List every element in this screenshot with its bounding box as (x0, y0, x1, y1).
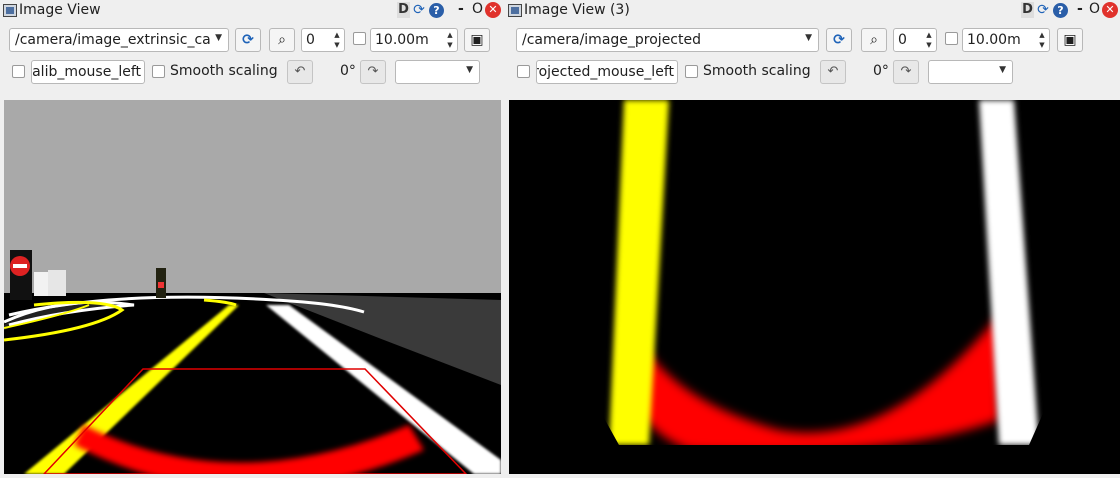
rotate-right-icon[interactable]: ↷ (360, 60, 386, 84)
color-scheme-combobox[interactable]: ▼ (928, 60, 1013, 84)
float-button[interactable]: O (472, 1, 483, 17)
spin-arrows-icon[interactable]: ▲ ▼ (923, 30, 935, 50)
distance-value: 10.00m (375, 32, 429, 48)
image-view-panel-left: Image View D ⟳ ? - O ✕ /camera/image_ext… (0, 0, 503, 478)
close-icon[interactable]: ✕ (485, 2, 501, 18)
title-bar: Image View (3) D ⟳ ? - O ✕ (505, 0, 1120, 22)
mouse-topic-value: alib_mouse_left (32, 64, 141, 80)
title-bar: Image View D ⟳ ? - O ✕ (0, 0, 503, 22)
window-icon (508, 4, 522, 17)
topic-combobox-value: /camera/image_extrinsic_ca (15, 32, 211, 48)
mouse-publish-checkbox[interactable] (517, 65, 530, 78)
camera-image-extrinsic[interactable] (4, 100, 501, 474)
save-icon[interactable]: ▣ (1057, 28, 1083, 52)
color-scheme-combobox[interactable]: ▼ (395, 60, 480, 84)
image-view-panel-right: Image View (3) D ⟳ ? - O ✕ /camera/image… (505, 0, 1120, 478)
chevron-down-icon: ▼ (999, 65, 1006, 75)
spin-arrows-icon[interactable]: ▲ ▼ (1036, 30, 1048, 50)
distance-spinbox[interactable]: 10.00m ▲ ▼ (370, 28, 458, 52)
topic-combobox-value: /camera/image_projected (522, 32, 701, 48)
rotate-right-icon[interactable]: ↷ (893, 60, 919, 84)
help-icon[interactable]: ? (1053, 3, 1068, 18)
close-icon[interactable]: ✕ (1102, 2, 1118, 18)
spinbox-value: 0 (306, 32, 315, 48)
float-button[interactable]: O (1089, 1, 1100, 17)
zoom-icon[interactable]: ⌕ (861, 28, 887, 52)
mouse-publish-checkbox[interactable] (12, 65, 25, 78)
traffic-light-red (158, 282, 164, 288)
help-icon[interactable]: ? (429, 3, 444, 18)
distance-checkbox[interactable] (353, 32, 366, 45)
camera-scene-svg (4, 100, 501, 474)
chevron-down-icon: ▼ (215, 33, 222, 43)
distance-checkbox[interactable] (945, 32, 958, 45)
topic-combobox[interactable]: /camera/image_extrinsic_ca ▼ (9, 28, 229, 52)
mouse-topic-value: rojected_mouse_left (536, 64, 674, 80)
mouse-topic-field[interactable]: alib_mouse_left (31, 60, 145, 84)
panel-title: Image View (3) (524, 2, 630, 18)
dock-button[interactable]: D (397, 2, 410, 18)
panel-title: Image View (19, 2, 101, 18)
camera-image-projected[interactable] (509, 100, 1120, 474)
rotation-label: 0° (873, 63, 889, 79)
mouse-topic-field[interactable]: rojected_mouse_left (536, 60, 678, 84)
minimize-button[interactable]: - (458, 1, 464, 17)
minimize-button[interactable]: - (1077, 1, 1083, 17)
spinbox-value: 0 (898, 32, 907, 48)
refresh-icon[interactable]: ⟳ (235, 28, 261, 52)
window-icon (3, 4, 17, 17)
spin-arrows-icon[interactable]: ▲ ▼ (331, 30, 343, 50)
smooth-scaling-checkbox[interactable] (685, 65, 698, 78)
refresh-icon[interactable]: ⟳ (826, 28, 852, 52)
save-icon[interactable]: ▣ (464, 28, 490, 52)
distance-value: 10.00m (967, 32, 1021, 48)
bottom-band (509, 445, 1120, 474)
topic-combobox[interactable]: /camera/image_projected ▼ (516, 28, 819, 52)
zoom-icon[interactable]: ⌕ (269, 28, 295, 52)
chevron-down-icon: ▼ (805, 33, 812, 43)
dock-button[interactable]: D (1021, 2, 1034, 18)
distance-spinbox[interactable]: 10.00m ▲ ▼ (962, 28, 1050, 52)
building-block-2 (48, 270, 66, 296)
reload-icon[interactable]: ⟳ (411, 1, 427, 19)
stop-sign-text (13, 264, 27, 268)
rotation-label: 0° (340, 63, 356, 79)
rotate-left-icon[interactable]: ↶ (287, 60, 313, 84)
building-block (34, 272, 48, 296)
topic-spinbox[interactable]: 0 ▲ ▼ (301, 28, 345, 52)
reload-icon[interactable]: ⟳ (1035, 1, 1051, 19)
topic-spinbox[interactable]: 0 ▲ ▼ (893, 28, 937, 52)
smooth-scaling-label: Smooth scaling (170, 63, 278, 79)
projected-scene-svg (509, 100, 1120, 474)
smooth-scaling-checkbox[interactable] (152, 65, 165, 78)
rotate-left-icon[interactable]: ↶ (820, 60, 846, 84)
chevron-down-icon: ▼ (466, 65, 473, 75)
spin-arrows-icon[interactable]: ▲ ▼ (444, 30, 456, 50)
smooth-scaling-label: Smooth scaling (703, 63, 811, 79)
